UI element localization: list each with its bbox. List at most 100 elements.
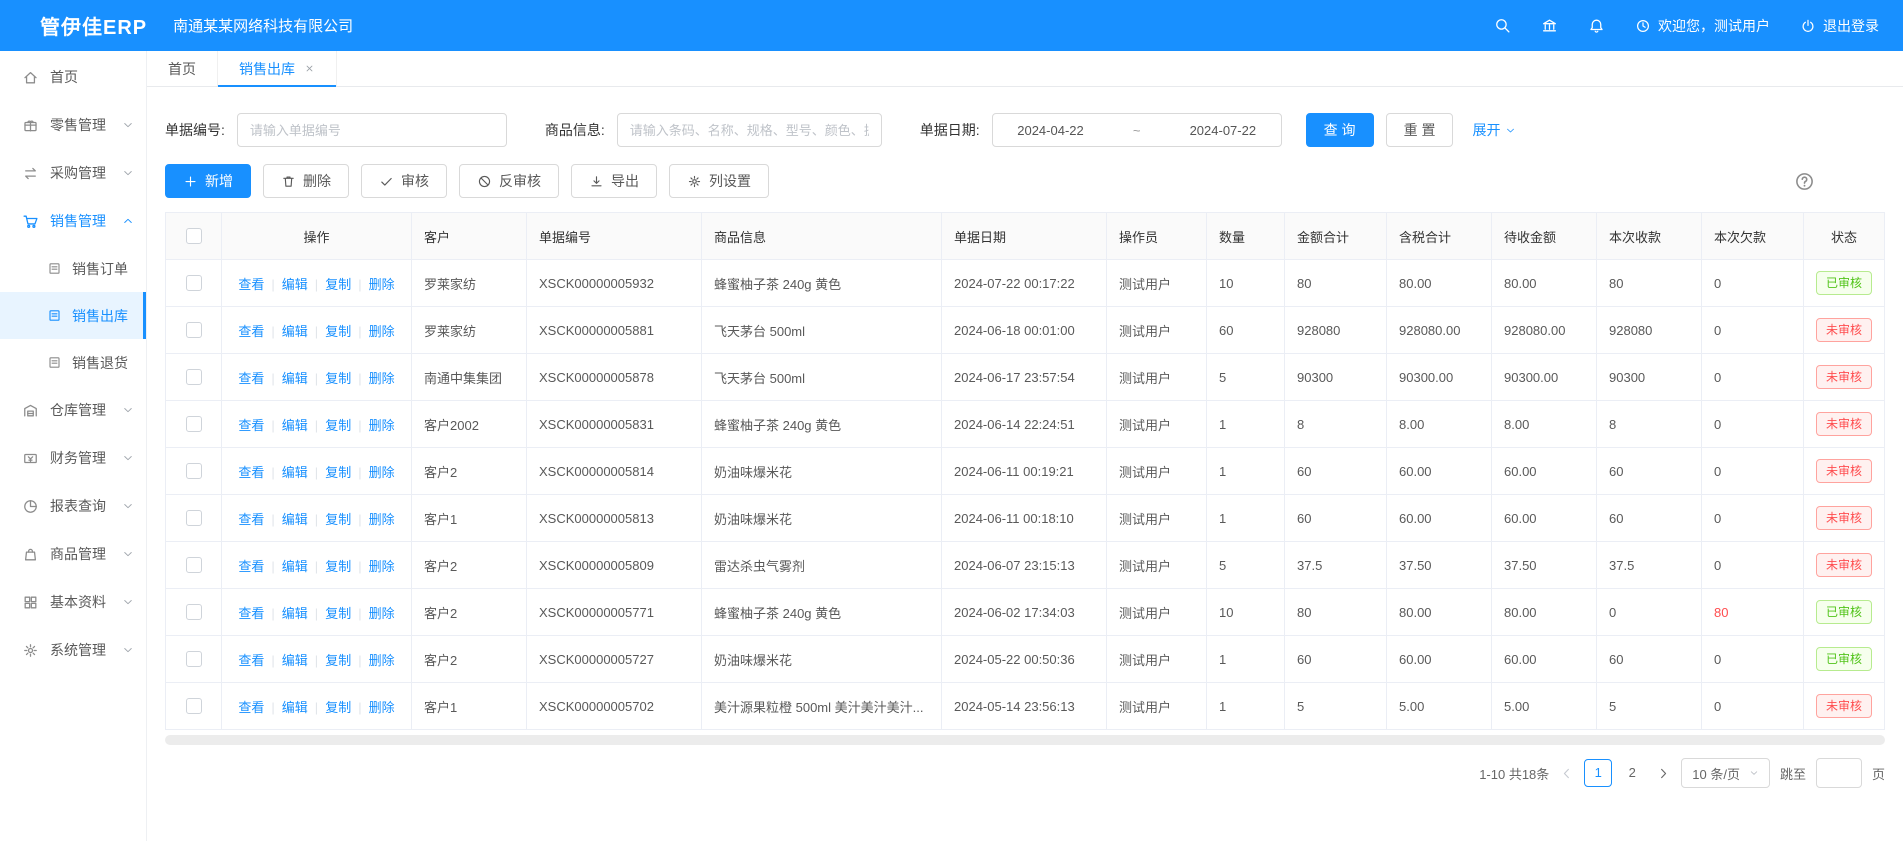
row-action-copy[interactable]: 复制 [325, 700, 351, 715]
row-action-delete[interactable]: 删除 [369, 653, 395, 668]
row-checkbox[interactable] [186, 698, 202, 714]
row-checkbox[interactable] [186, 510, 202, 526]
date-from[interactable]: 2024-04-22 [1017, 123, 1084, 138]
cell-received: 80 [1597, 260, 1702, 307]
row-action-delete[interactable]: 删除 [369, 277, 395, 292]
row-action-view[interactable]: 查看 [238, 512, 264, 527]
next-page-icon[interactable] [1656, 766, 1671, 781]
sidebar-item-system[interactable]: 系统管理 [0, 626, 146, 674]
row-action-view[interactable]: 查看 [238, 559, 264, 574]
search-icon[interactable] [1494, 17, 1511, 34]
row-action-delete[interactable]: 删除 [369, 465, 395, 480]
reset-button[interactable]: 重 置 [1386, 113, 1454, 147]
row-checkbox[interactable] [186, 275, 202, 291]
row-checkbox[interactable] [186, 651, 202, 667]
page-number-2[interactable]: 2 [1618, 759, 1646, 787]
cell-goods: 雷达杀虫气雾剂 [702, 542, 942, 589]
row-action-edit[interactable]: 编辑 [282, 465, 308, 480]
sidebar-subitem[interactable]: 销售出库 [0, 292, 146, 339]
date-to[interactable]: 2024-07-22 [1190, 123, 1257, 138]
prev-page-icon[interactable] [1559, 766, 1574, 781]
logout-button[interactable]: 退出登录 [1800, 16, 1879, 36]
unaudit-button[interactable]: 反审核 [459, 164, 559, 198]
row-action-edit[interactable]: 编辑 [282, 324, 308, 339]
cell-qty: 10 [1207, 260, 1285, 307]
row-checkbox[interactable] [186, 557, 202, 573]
expand-link[interactable]: 展开 [1472, 120, 1516, 140]
cell-actions: 查看|编辑|复制|删除 [222, 401, 412, 448]
row-checkbox[interactable] [186, 322, 202, 338]
row-action-edit[interactable]: 编辑 [282, 371, 308, 386]
row-action-view[interactable]: 查看 [238, 653, 264, 668]
row-action-delete[interactable]: 删除 [369, 700, 395, 715]
cell-receivable: 37.50 [1492, 542, 1597, 589]
jump-page-input[interactable] [1816, 758, 1862, 788]
sidebar-item-retail[interactable]: 零售管理 [0, 101, 146, 149]
row-action-view[interactable]: 查看 [238, 606, 264, 621]
tab-sales-outbound[interactable]: 销售出库 [218, 51, 337, 86]
row-action-view[interactable]: 查看 [238, 418, 264, 433]
sidebar-item-warehouse[interactable]: 仓库管理 [0, 386, 146, 434]
row-action-copy[interactable]: 复制 [325, 653, 351, 668]
row-action-delete[interactable]: 删除 [369, 512, 395, 527]
row-action-copy[interactable]: 复制 [325, 418, 351, 433]
page-number-1[interactable]: 1 [1584, 759, 1612, 787]
row-action-delete[interactable]: 删除 [369, 371, 395, 386]
table-header-row: 操作客户单据编号商品信息单据日期操作员数量金额合计含税合计待收金额本次收款本次欠… [166, 213, 1885, 260]
goods-input[interactable] [617, 113, 882, 147]
bill-no-input[interactable] [237, 113, 507, 147]
sidebar-subitem[interactable]: 销售退货 [0, 339, 146, 386]
row-action-edit[interactable]: 编辑 [282, 700, 308, 715]
sidebar-item-purchase[interactable]: 采购管理 [0, 149, 146, 197]
row-action-copy[interactable]: 复制 [325, 371, 351, 386]
bank-icon[interactable] [1541, 17, 1558, 34]
row-action-copy[interactable]: 复制 [325, 324, 351, 339]
row-checkbox[interactable] [186, 369, 202, 385]
row-action-view[interactable]: 查看 [238, 371, 264, 386]
row-action-copy[interactable]: 复制 [325, 277, 351, 292]
row-checkbox[interactable] [186, 416, 202, 432]
row-action-view[interactable]: 查看 [238, 324, 264, 339]
row-action-copy[interactable]: 复制 [325, 465, 351, 480]
sidebar-item-basic[interactable]: 基本资料 [0, 578, 146, 626]
tab-home[interactable]: 首页 [147, 51, 218, 86]
row-action-delete[interactable]: 删除 [369, 418, 395, 433]
row-action-view[interactable]: 查看 [238, 700, 264, 715]
horizontal-scrollbar[interactable] [165, 735, 1885, 745]
row-action-edit[interactable]: 编辑 [282, 418, 308, 433]
row-action-view[interactable]: 查看 [238, 465, 264, 480]
row-action-edit[interactable]: 编辑 [282, 559, 308, 574]
sidebar-item-cart[interactable]: 销售管理 [0, 197, 146, 245]
export-button[interactable]: 导出 [571, 164, 657, 198]
row-action-view[interactable]: 查看 [238, 277, 264, 292]
row-action-delete[interactable]: 删除 [369, 559, 395, 574]
help-icon[interactable] [1794, 171, 1815, 192]
audit-button[interactable]: 审核 [361, 164, 447, 198]
row-action-edit[interactable]: 编辑 [282, 653, 308, 668]
sidebar-item-goods[interactable]: 商品管理 [0, 530, 146, 578]
sidebar-item-home[interactable]: 首页 [0, 53, 146, 101]
sidebar-item-report[interactable]: 报表查询 [0, 482, 146, 530]
column-settings-button[interactable]: 列设置 [669, 164, 769, 198]
row-action-edit[interactable]: 编辑 [282, 277, 308, 292]
row-action-edit[interactable]: 编辑 [282, 512, 308, 527]
row-action-delete[interactable]: 删除 [369, 606, 395, 621]
row-checkbox[interactable] [186, 604, 202, 620]
tab-close-icon[interactable] [304, 63, 315, 74]
delete-button[interactable]: 删除 [263, 164, 349, 198]
sidebar-item-finance[interactable]: 财务管理 [0, 434, 146, 482]
row-checkbox[interactable] [186, 463, 202, 479]
date-range-picker[interactable]: 2024-04-22 ~ 2024-07-22 [992, 113, 1282, 147]
row-action-edit[interactable]: 编辑 [282, 606, 308, 621]
welcome-user[interactable]: 欢迎您，测试用户 [1635, 16, 1770, 36]
row-action-delete[interactable]: 删除 [369, 324, 395, 339]
bell-icon[interactable] [1588, 17, 1605, 34]
sidebar-subitem[interactable]: 销售订单 [0, 245, 146, 292]
row-action-copy[interactable]: 复制 [325, 606, 351, 621]
row-action-copy[interactable]: 复制 [325, 559, 351, 574]
page-size-select[interactable]: 10 条/页 [1681, 758, 1770, 788]
select-all-checkbox[interactable] [186, 228, 202, 244]
add-button[interactable]: 新增 [165, 164, 251, 198]
row-action-copy[interactable]: 复制 [325, 512, 351, 527]
search-button[interactable]: 查 询 [1306, 113, 1374, 147]
